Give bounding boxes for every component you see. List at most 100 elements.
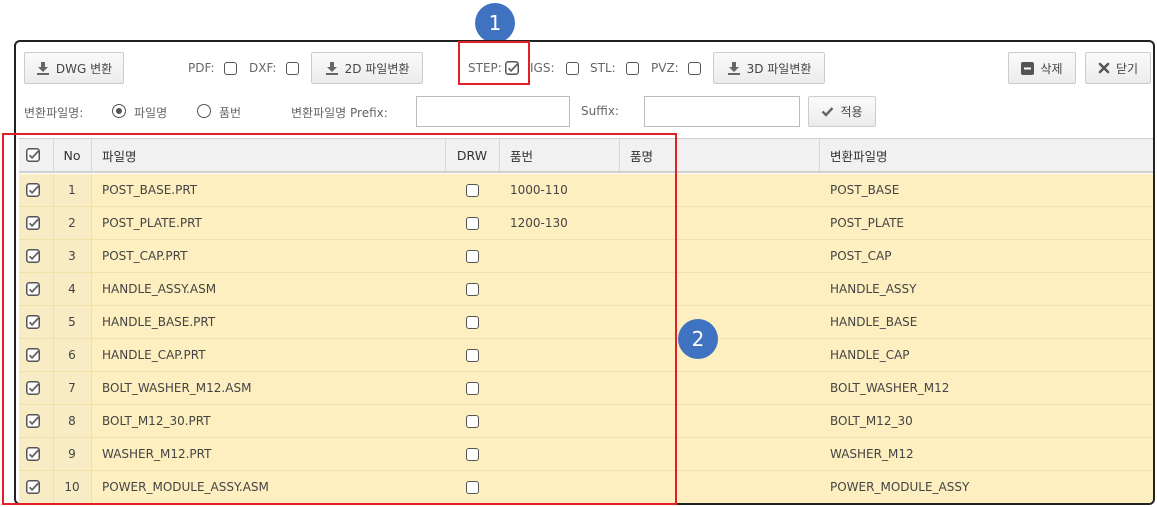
row-drw-checkbox[interactable] [445,405,499,437]
radio-filename-label: 파일명 [134,106,168,120]
convert-2d-button[interactable]: 2D 파일변환 [311,52,423,84]
row-number: 5 [68,315,76,329]
stl-checkbox[interactable] [626,62,639,75]
file-conversion-panel: DWG 변환 PDF: DXF: 2D 파일변환 STEP: IGS: STL:… [14,40,1155,505]
download-icon [727,61,741,75]
table-row[interactable]: 5 HANDLE_BASE.PRT HANDLE_BASE [19,306,1153,339]
row-filename: WASHER_M12.PRT [102,447,212,461]
row-converted-name: POST_CAP [830,249,892,263]
pvz-checkbox[interactable] [688,62,701,75]
dxf-label: DXF: [249,61,277,75]
col-header-filename[interactable]: 파일명 [102,139,137,171]
row-filename: POST_BASE.PRT [102,183,198,197]
checked-box-icon [505,61,519,75]
converted-name-label: 변환파일명: [24,106,84,120]
row-filename: BOLT_WASHER_M12.ASM [102,381,252,395]
table-row[interactable]: 1 POST_BASE.PRT 1000-110 POST_BASE [19,174,1153,207]
callout-badge-2: 2 [678,319,718,359]
row-drw-checkbox[interactable] [445,174,499,206]
apply-button[interactable]: 적용 [808,96,876,127]
prefix-input[interactable] [416,96,570,127]
dwg-convert-label: DWG 변환 [55,61,113,76]
row-converted-name: WASHER_M12 [830,447,914,461]
grid-header: No 파일명 DRW 품번 품명 변환파일명 [19,138,1153,173]
row-select-checkbox[interactable] [26,405,48,437]
select-all-checkbox[interactable] [26,139,48,171]
dxf-checkbox[interactable] [286,62,299,75]
table-row[interactable]: 6 HANDLE_CAP.PRT HANDLE_CAP [19,339,1153,372]
col-header-drw[interactable]: DRW [445,139,499,171]
igs-label: IGS: [530,61,555,75]
delete-button[interactable]: 삭제 [1008,52,1076,84]
close-label: 닫기 [1115,61,1139,76]
stl-label: STL: [590,61,616,75]
col-header-converted[interactable]: 변환파일명 [830,139,888,171]
row-drw-checkbox[interactable] [445,438,499,470]
close-button[interactable]: 닫기 [1085,52,1151,84]
radio-filename[interactable] [112,104,126,118]
table-row[interactable]: 8 BOLT_M12_30.PRT BOLT_M12_30 [19,405,1153,438]
checked-box-icon [26,281,40,296]
dwg-convert-button[interactable]: DWG 변환 [24,52,124,84]
table-row[interactable]: 10 POWER_MODULE_ASSY.ASM POWER_MODULE_ASSY [19,471,1153,503]
row-select-checkbox[interactable] [26,240,48,272]
row-number: 3 [68,249,76,263]
pdf-label: PDF: [188,61,215,75]
row-select-checkbox[interactable] [26,273,48,305]
pvz-label: PVZ: [651,61,679,75]
row-drw-checkbox[interactable] [445,339,499,371]
row-drw-checkbox[interactable] [445,471,499,503]
table-row[interactable]: 9 WASHER_M12.PRT WASHER_M12 [19,438,1153,471]
row-number: 4 [68,282,76,296]
row-number: 9 [68,447,76,461]
row-number: 6 [68,348,76,362]
row-converted-name: POST_PLATE [830,216,905,230]
row-filename: HANDLE_BASE.PRT [102,315,216,329]
row-converted-name: BOLT_M12_30 [830,414,913,428]
row-number: 7 [68,381,76,395]
suffix-input[interactable] [644,96,800,127]
row-select-checkbox[interactable] [26,339,48,371]
convert-3d-button[interactable]: 3D 파일변환 [713,52,825,84]
row-drw-checkbox[interactable] [445,207,499,239]
convert-2d-label: 2D 파일변환 [344,61,410,76]
checked-box-icon [26,446,40,461]
row-number: 10 [64,480,80,494]
row-select-checkbox[interactable] [26,372,48,404]
row-number: 8 [68,414,76,428]
radio-partno[interactable] [197,104,211,118]
col-header-partno[interactable]: 품번 [510,139,533,171]
step-checkbox[interactable] [505,61,519,75]
row-number: 1 [68,183,76,197]
row-filename: POST_PLATE.PRT [102,216,202,230]
table-row[interactable]: 4 HANDLE_ASSY.ASM HANDLE_ASSY [19,273,1153,306]
igs-checkbox[interactable] [566,62,579,75]
apply-label: 적용 [840,105,863,119]
checked-box-icon [26,479,40,494]
col-header-partname[interactable]: 품명 [630,139,653,171]
row-select-checkbox[interactable] [26,174,48,206]
row-select-checkbox[interactable] [26,306,48,338]
radio-partno-label: 품번 [219,106,242,120]
checked-box-icon [26,347,40,362]
table-row[interactable]: 2 POST_PLATE.PRT 1200-130 POST_PLATE [19,207,1153,240]
delete-label: 삭제 [1040,61,1063,76]
row-drw-checkbox[interactable] [445,372,499,404]
row-converted-name: BOLT_WASHER_M12 [830,381,950,395]
row-select-checkbox[interactable] [26,471,48,503]
table-row[interactable]: 7 BOLT_WASHER_M12.ASM BOLT_WASHER_M12 [19,372,1153,405]
row-select-checkbox[interactable] [26,438,48,470]
row-select-checkbox[interactable] [26,207,48,239]
table-row[interactable]: 3 POST_CAP.PRT POST_CAP [19,240,1153,273]
row-drw-checkbox[interactable] [445,273,499,305]
checked-box-icon [26,413,40,428]
download-icon [325,61,339,75]
row-number: 2 [68,216,76,230]
pdf-checkbox[interactable] [224,62,237,75]
row-filename: BOLT_M12_30.PRT [102,414,211,428]
col-header-no[interactable]: No [53,139,91,171]
row-drw-checkbox[interactable] [445,240,499,272]
row-drw-checkbox[interactable] [445,306,499,338]
row-partno: 1000-110 [510,183,568,197]
row-converted-name: HANDLE_ASSY [830,282,917,296]
